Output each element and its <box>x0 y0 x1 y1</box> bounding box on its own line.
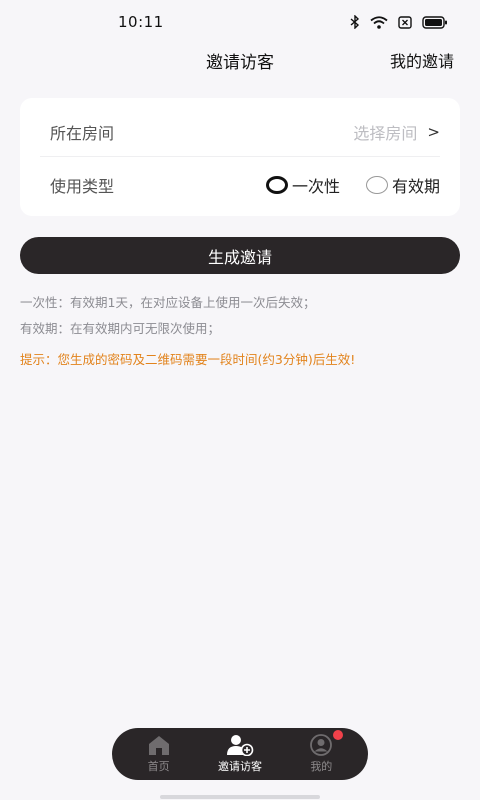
battery-icon <box>422 15 447 29</box>
usage-type-radio-group: 一次性 有效期 <box>240 173 440 197</box>
status-bar: 10:11 <box>0 0 480 44</box>
note-validity-period: 有效期：在有效期内可无限次使用； <box>20 321 221 336</box>
room-placeholder: 选择房间 <box>353 124 418 143</box>
tab-mine[interactable]: 我的 <box>281 730 361 774</box>
invite-visitor-screen: 10:11 邀请访客 我的邀请 所在房间 选择房间 > 使用类型 一次性 有效期… <box>0 0 480 800</box>
room-select[interactable]: 选择房间 > <box>353 120 440 144</box>
tab-home[interactable]: 首页 <box>119 734 199 774</box>
wifi-icon <box>370 15 388 29</box>
radio-checked-icon <box>265 175 288 194</box>
radio-one-time[interactable]: 一次性 <box>265 173 340 197</box>
invite-form-card: 所在房间 选择房间 > 使用类型 一次性 有效期 <box>20 98 460 216</box>
usage-type-row: 使用类型 一次性 有效期 <box>40 156 440 212</box>
radio-validity-period-label: 有效期 <box>391 176 440 196</box>
status-icons <box>350 15 448 29</box>
chevron-right-icon: > <box>427 123 440 141</box>
home-icon <box>148 736 169 755</box>
radio-validity-period[interactable]: 有效期 <box>365 173 440 197</box>
room-label: 所在房间 <box>50 124 115 143</box>
tab-invite-visitor[interactable]: 邀请访客 <box>200 734 280 774</box>
radio-unchecked-icon <box>365 175 388 194</box>
profile-icon <box>310 734 333 756</box>
nav-bar: 邀请访客 我的邀请 <box>0 44 480 74</box>
room-select-row[interactable]: 所在房间 选择房间 > <box>40 104 440 160</box>
generate-invite-button[interactable]: 生成邀请 <box>20 237 460 274</box>
my-invites-link[interactable]: 我的邀请 <box>390 48 454 72</box>
tab-mine-label: 我的 <box>310 760 333 773</box>
bluetooth-icon <box>350 15 360 29</box>
status-time: 10:11 <box>118 13 164 31</box>
home-indicator <box>160 795 320 799</box>
tab-home-label: 首页 <box>147 760 170 773</box>
add-user-icon <box>226 735 254 756</box>
activation-tip: 提示：您生成的密码及二维码需要一段时间(约3分钟)后生效! <box>20 352 356 367</box>
tab-invite-visitor-label: 邀请访客 <box>217 760 262 773</box>
sim-x-icon <box>398 15 412 29</box>
notification-badge <box>333 730 344 740</box>
note-one-time: 一次性：有效期1天，在对应设备上使用一次后失效； <box>20 295 316 310</box>
radio-one-time-label: 一次性 <box>291 176 340 196</box>
bottom-tab-bar: 首页 邀请访客 我的 <box>112 728 368 780</box>
usage-type-label: 使用类型 <box>50 176 115 196</box>
